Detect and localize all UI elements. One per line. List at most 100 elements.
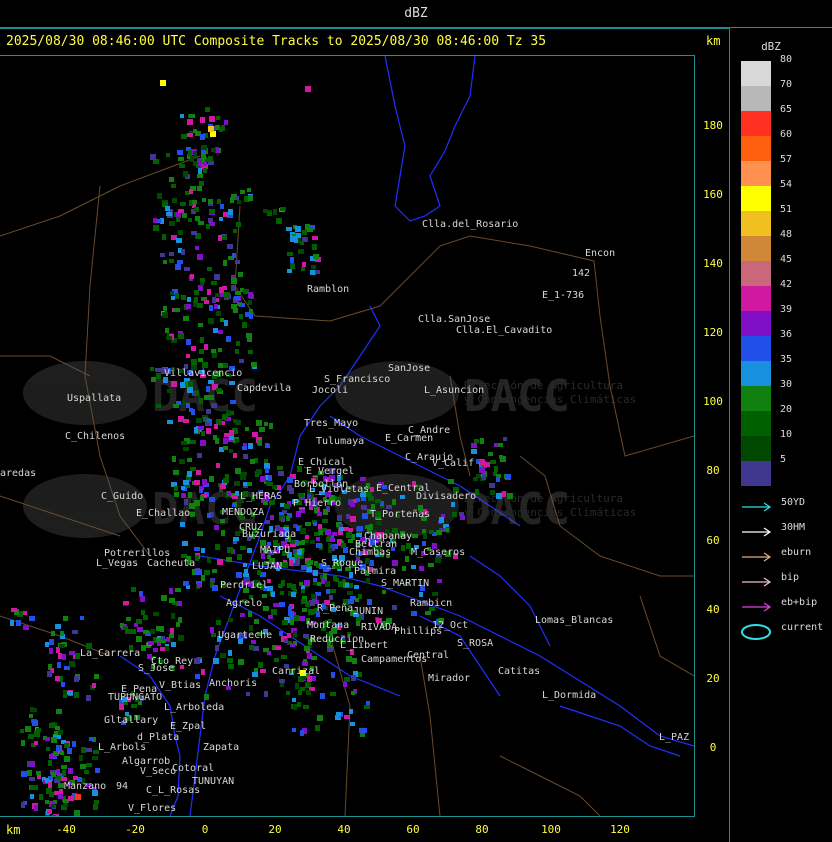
radar-echo-pixel <box>16 620 21 626</box>
radar-echo-pixel <box>201 548 205 553</box>
dbz-swatch <box>741 86 771 111</box>
radar-echo-pixel <box>209 222 215 226</box>
radar-echo-pixel <box>251 362 257 367</box>
radar-echo-pixel <box>273 603 279 607</box>
radar-echo-pixel <box>365 558 370 564</box>
radar-echo-pixel <box>194 547 200 551</box>
radar-echo-pixel <box>224 433 230 437</box>
radar-echo-pixel <box>67 691 73 695</box>
radar-echo-pixel <box>300 687 305 691</box>
radar-echo-pixel <box>248 350 253 354</box>
radar-echo-pixel <box>161 595 167 601</box>
track-legend-row: current <box>740 622 830 647</box>
radar-echo-pixel <box>272 485 277 489</box>
place-label: La_Carrera <box>80 648 140 659</box>
radar-echo-pixel <box>30 794 34 799</box>
place-label: MAIPU <box>260 545 290 556</box>
radar-echo-pixel <box>301 267 305 271</box>
radar-echo-pixel <box>48 760 52 766</box>
radar-echo-pixel <box>200 134 205 140</box>
radar-echo-pixel <box>337 515 342 521</box>
radar-echo-pixel <box>376 521 382 525</box>
radar-echo-pixel <box>191 231 197 235</box>
track-legend: 50YD 30HM eburn bip eb+bip current <box>740 497 830 647</box>
dbz-scale-label: 42 <box>780 279 793 290</box>
radar-map-canvas[interactable]: DACC DACC Dirección de Agricultura y Con… <box>0 56 694 816</box>
radar-echo-pixel <box>178 333 184 339</box>
radar-echo-pixel <box>233 453 237 458</box>
radar-echo-pixel <box>163 260 167 264</box>
radar-echo-pixel <box>215 293 220 297</box>
radar-echo-pixel <box>89 737 93 741</box>
radar-echo-pixel <box>361 497 366 501</box>
place-label: Ugarteche <box>218 630 272 641</box>
radar-echo-pixel <box>502 491 506 497</box>
radar-echo-pixel <box>189 189 193 194</box>
radar-echo-pixel <box>366 701 370 705</box>
radar-echo-pixel <box>315 270 320 274</box>
place-label: L_Dormida <box>542 690 596 701</box>
radar-echo-pixel <box>27 770 32 776</box>
place-label: P_Hierro <box>293 498 341 509</box>
radar-echo-pixel <box>207 558 211 563</box>
radar-echo-pixel <box>155 368 161 372</box>
radar-echo-pixel <box>34 785 38 790</box>
radar-echo-pixel <box>151 377 156 382</box>
radar-echo-pixel <box>202 198 206 202</box>
radar-echo-pixel <box>62 770 66 776</box>
radar-echo-pixel <box>498 443 503 447</box>
radar-echo-pixel <box>231 285 236 291</box>
radar-echo-pixel <box>226 557 232 562</box>
radar-echo-pixel <box>21 802 25 808</box>
radar-echo-pixel <box>236 572 242 578</box>
dbz-scale-label: 57 <box>780 154 793 165</box>
radar-echo-pixel <box>182 541 188 546</box>
place-label: aredas <box>0 468 36 479</box>
radar-echo-pixel <box>84 770 89 774</box>
place-label: LUJAN <box>252 561 282 572</box>
radar-echo-pixel <box>214 304 218 309</box>
radar-echo-pixel <box>74 692 79 698</box>
radar-echo-pixel <box>362 505 367 510</box>
dbz-swatch <box>741 336 771 361</box>
track-legend-label: current <box>781 622 824 633</box>
track-legend-label: 50YD <box>781 497 806 508</box>
radar-echo-pixel <box>212 585 218 591</box>
radar-echo-pixel <box>62 654 66 660</box>
radar-echo-pixel <box>209 305 213 311</box>
radar-echo-pixel <box>473 477 478 481</box>
place-label: Gltallary <box>104 715 158 726</box>
radar-echo-pixel <box>350 516 356 522</box>
radar-echo-pixel <box>134 623 138 627</box>
radar-echo-pixel <box>191 359 197 365</box>
radar-echo-pixel <box>290 257 294 263</box>
radar-echo-pixel <box>260 669 266 673</box>
radar-echo-pixel <box>153 225 159 231</box>
radar-echo-pixel <box>313 570 318 576</box>
radar-echo-pixel <box>204 300 209 304</box>
place-label: Catitas <box>498 666 540 677</box>
radar-echo-pixel <box>214 424 218 429</box>
radar-echo-pixel <box>80 616 84 620</box>
track-legend-row: 30HM <box>740 522 830 547</box>
radar-echo-pixel <box>283 563 288 568</box>
radar-echo-pixel <box>367 599 372 605</box>
radar-echo-pixel <box>220 204 224 209</box>
radar-map[interactable]: DACC DACC Dirección de Agricultura y Con… <box>0 55 695 817</box>
radar-echo-pixel <box>364 705 370 709</box>
radar-echo-pixel <box>219 217 223 221</box>
radar-echo-pixel <box>305 535 309 539</box>
svg-text:Dirección de Agricultura: Dirección de Agricultura <box>464 492 623 505</box>
radar-echo-pixel <box>176 217 180 222</box>
radar-echo-pixel <box>175 264 181 270</box>
place-label: L_PAZ <box>659 732 689 743</box>
radar-echo-pixel <box>21 740 25 746</box>
radar-echo-pixel <box>94 800 99 804</box>
y-tick-label: 100 <box>703 395 723 408</box>
radar-echo-pixel <box>187 297 191 302</box>
radar-echo-pixel <box>80 764 86 769</box>
radar-echo-pixel <box>86 748 92 752</box>
radar-echo-pixel <box>224 292 230 298</box>
place-label: Anchoris <box>209 678 257 689</box>
radar-echo-pixel <box>279 679 285 683</box>
